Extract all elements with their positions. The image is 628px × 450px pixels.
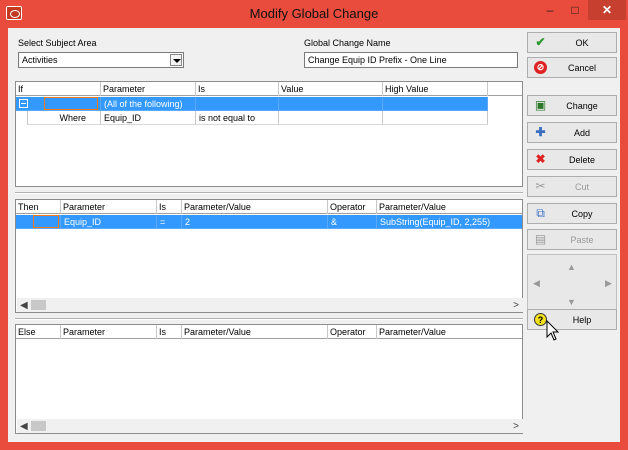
cell-is[interactable] (196, 97, 279, 111)
copy-icon: ⧉ (536, 206, 545, 220)
window-title: Modify Global Change (249, 6, 379, 21)
col-header-operator[interactable]: Operator (328, 325, 377, 339)
title-bar[interactable]: Modify Global Change – □ ✕ (0, 0, 628, 28)
maximize-button[interactable]: □ (564, 0, 586, 20)
global-change-name-input[interactable]: Change Equip ID Prefix - One Line (304, 52, 518, 68)
if-grid[interactable]: If Parameter Is Value High Value (All of… (15, 81, 523, 187)
splitter-top[interactable] (15, 192, 523, 194)
subject-area-select[interactable]: Activities (18, 52, 184, 68)
then-grid[interactable]: Then Parameter Is Parameter/Value Operat… (15, 199, 523, 313)
cell-parameter[interactable]: Equip_ID (61, 215, 157, 229)
close-button[interactable]: ✕ (588, 0, 626, 20)
checkmark-icon: ✔ (535, 35, 546, 49)
col-header-then[interactable]: Then (16, 200, 61, 214)
change-button[interactable]: ▣ Change (527, 95, 617, 116)
cell-high-value[interactable] (383, 111, 488, 125)
cell-is[interactable]: is not equal to (196, 111, 279, 125)
cell-parameter[interactable]: (All of the following) (101, 97, 196, 111)
then-row[interactable]: Equip_ID = 2 & SubString(Equip_ID, 2,255… (16, 215, 522, 229)
else-grid[interactable]: Else Parameter Is Parameter/Value Operat… (15, 324, 523, 434)
help-button[interactable]: ? Help (527, 309, 617, 330)
cancel-icon: ⊘ (534, 61, 547, 74)
if-row-all[interactable]: (All of the following) (16, 97, 488, 111)
col-header-parameter-value-2[interactable]: Parameter/Value (377, 325, 522, 339)
plus-icon: ✚ (535, 125, 546, 139)
col-header-else[interactable]: Else (16, 325, 61, 339)
col-header-parameter[interactable]: Parameter (61, 200, 157, 214)
global-change-name-label: Global Change Name (304, 38, 391, 48)
cell-where[interactable]: Where (28, 111, 101, 125)
else-horizontal-scrollbar[interactable]: ◀ > (17, 419, 523, 433)
change-icon: ▣ (534, 98, 547, 112)
then-grid-header: Then Parameter Is Parameter/Value Operat… (16, 200, 522, 214)
col-header-parameter[interactable]: Parameter (61, 325, 157, 339)
move-down-icon[interactable]: ▼ (567, 297, 576, 307)
add-button[interactable]: ✚ Add (527, 122, 617, 143)
cell-value[interactable] (279, 97, 383, 111)
chevron-down-icon[interactable] (170, 54, 182, 66)
else-grid-header: Else Parameter Is Parameter/Value Operat… (16, 325, 522, 339)
cell-parameter[interactable]: Equip_ID (101, 111, 196, 125)
move-up-icon[interactable]: ▲ (567, 262, 576, 272)
move-left-icon[interactable]: ◀ (533, 278, 540, 289)
col-header-parameter-value[interactable]: Parameter/Value (182, 200, 328, 214)
col-header-is[interactable]: Is (196, 82, 279, 96)
scroll-right-icon[interactable]: > (513, 300, 519, 311)
cell-is[interactable]: = (157, 215, 182, 229)
focus-cell[interactable] (44, 97, 98, 110)
splitter-bottom[interactable] (15, 318, 523, 320)
scroll-right-icon[interactable]: > (513, 421, 519, 432)
subject-area-label: Select Subject Area (18, 38, 97, 48)
col-header-parameter-value-2[interactable]: Parameter/Value (377, 200, 522, 214)
then-horizontal-scrollbar[interactable]: ◀ > (17, 298, 523, 312)
cell-high-value[interactable] (383, 97, 488, 111)
paste-button[interactable]: ▤ Paste (527, 229, 617, 250)
move-navigation-pad: ◀ ▲ ▼ ▶ (527, 254, 617, 314)
subject-area-value: Activities (22, 55, 58, 65)
collapse-icon[interactable] (19, 99, 28, 108)
cell-value[interactable] (279, 111, 383, 125)
col-header-is[interactable]: Is (157, 325, 182, 339)
dialog-client: Select Subject Area Activities Global Ch… (8, 28, 620, 442)
cell-parameter-value-2[interactable]: SubString(Equip_ID, 2,255) (377, 215, 522, 229)
col-header-parameter[interactable]: Parameter (101, 82, 196, 96)
scroll-thumb[interactable] (31, 421, 46, 431)
clipboard-icon: ▤ (534, 232, 547, 246)
cell-parameter-value[interactable]: 2 (182, 215, 328, 229)
cancel-button[interactable]: ⊘ Cancel (527, 57, 617, 78)
delete-button[interactable]: ✖ Delete (527, 149, 617, 170)
ok-button[interactable]: ✔ OK (527, 32, 617, 53)
if-row-where[interactable]: Where Equip_ID is not equal to (16, 111, 488, 125)
col-header-is[interactable]: Is (157, 200, 182, 214)
dialog-window: Modify Global Change – □ ✕ Select Subjec… (0, 0, 628, 450)
minimize-button[interactable]: – (539, 0, 561, 20)
cell-indent (16, 111, 28, 125)
col-header-value[interactable]: Value (279, 82, 383, 96)
move-right-icon[interactable]: ▶ (605, 278, 612, 289)
cell-operator[interactable]: & (328, 215, 377, 229)
scroll-left-icon[interactable]: ◀ (20, 300, 28, 311)
col-header-high-value[interactable]: High Value (383, 82, 488, 96)
global-change-name-value: Change Equip ID Prefix - One Line (308, 55, 447, 65)
scroll-left-icon[interactable]: ◀ (20, 421, 28, 432)
copy-button[interactable]: ⧉ Copy (527, 203, 617, 224)
scissors-icon: ✂ (535, 179, 546, 193)
scroll-thumb[interactable] (31, 300, 46, 310)
cut-button[interactable]: ✂ Cut (527, 176, 617, 197)
col-header-if[interactable]: If (16, 82, 101, 96)
col-header-operator[interactable]: Operator (328, 200, 377, 214)
focus-cell[interactable] (33, 215, 59, 228)
mouse-cursor-icon (546, 320, 560, 341)
delete-x-icon: ✖ (535, 152, 546, 166)
if-grid-header: If Parameter Is Value High Value (16, 82, 522, 96)
col-header-parameter-value[interactable]: Parameter/Value (182, 325, 328, 339)
